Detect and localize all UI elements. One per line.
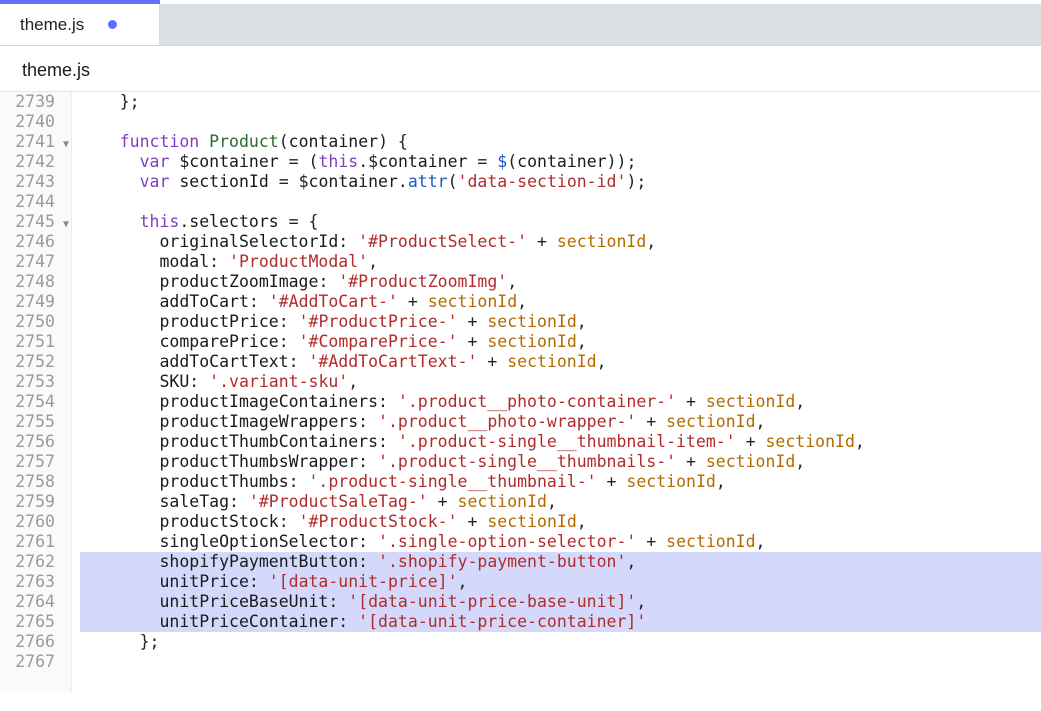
code-line[interactable]: function Product(container) { bbox=[80, 132, 1041, 152]
code-line[interactable]: this.selectors = { bbox=[80, 212, 1041, 232]
breadcrumb: theme.js bbox=[0, 46, 1041, 92]
line-number[interactable]: 2742 bbox=[0, 152, 71, 172]
line-number[interactable]: 2753 bbox=[0, 372, 71, 392]
line-number[interactable]: 2760 bbox=[0, 512, 71, 532]
line-number[interactable]: 2765 bbox=[0, 612, 71, 632]
editor-window: theme.js theme.js 273927402741▼274227432… bbox=[0, 0, 1041, 711]
line-number[interactable]: 2750 bbox=[0, 312, 71, 332]
tab-bar: theme.js bbox=[0, 4, 1041, 46]
code-line[interactable]: }; bbox=[80, 632, 1041, 652]
code-line[interactable]: singleOptionSelector: '.single-option-se… bbox=[80, 532, 1041, 552]
line-number[interactable]: 2766 bbox=[0, 632, 71, 652]
code-line[interactable]: modal: 'ProductModal', bbox=[80, 252, 1041, 272]
breadcrumb-file: theme.js bbox=[22, 60, 90, 80]
code-line[interactable] bbox=[80, 112, 1041, 132]
code-line[interactable]: saleTag: '#ProductSaleTag-' + sectionId, bbox=[80, 492, 1041, 512]
line-number[interactable]: 2759 bbox=[0, 492, 71, 512]
line-number[interactable]: 2755 bbox=[0, 412, 71, 432]
line-number[interactable]: 2756 bbox=[0, 432, 71, 452]
code-line[interactable]: addToCart: '#AddToCart-' + sectionId, bbox=[80, 292, 1041, 312]
line-number[interactable]: 2743 bbox=[0, 172, 71, 192]
line-number[interactable]: 2751 bbox=[0, 332, 71, 352]
code-line[interactable]: productImageWrappers: '.product__photo-w… bbox=[80, 412, 1041, 432]
code-line[interactable]: productStock: '#ProductStock-' + section… bbox=[80, 512, 1041, 532]
line-number[interactable]: 2744 bbox=[0, 192, 71, 212]
code-line[interactable]: unitPriceContainer: '[data-unit-price-co… bbox=[80, 612, 1041, 632]
code-line[interactable]: unitPriceBaseUnit: '[data-unit-price-bas… bbox=[80, 592, 1041, 612]
tab-theme-js[interactable]: theme.js bbox=[0, 4, 160, 45]
line-number[interactable]: 2762 bbox=[0, 552, 71, 572]
code-line[interactable]: productZoomImage: '#ProductZoomImg', bbox=[80, 272, 1041, 292]
code-line[interactable]: shopifyPaymentButton: '.shopify-payment-… bbox=[80, 552, 1041, 572]
line-number-gutter[interactable]: 273927402741▼2742274327442745▼2746274727… bbox=[0, 92, 72, 692]
line-number[interactable]: 2763 bbox=[0, 572, 71, 592]
line-number[interactable]: 2754 bbox=[0, 392, 71, 412]
code-line[interactable]: productThumbsWrapper: '.product-single__… bbox=[80, 452, 1041, 472]
line-number[interactable]: 2758 bbox=[0, 472, 71, 492]
code-area[interactable]: }; function Product(container) { var $co… bbox=[72, 92, 1041, 692]
code-line[interactable]: comparePrice: '#ComparePrice-' + section… bbox=[80, 332, 1041, 352]
code-editor[interactable]: 273927402741▼2742274327442745▼2746274727… bbox=[0, 92, 1041, 692]
line-number[interactable]: 2745▼ bbox=[0, 212, 71, 232]
code-line[interactable]: var sectionId = $container.attr('data-se… bbox=[80, 172, 1041, 192]
line-number[interactable]: 2752 bbox=[0, 352, 71, 372]
code-line[interactable]: productImageContainers: '.product__photo… bbox=[80, 392, 1041, 412]
code-line[interactable] bbox=[80, 192, 1041, 212]
line-number[interactable]: 2757 bbox=[0, 452, 71, 472]
code-line[interactable]: productThumbContainers: '.product-single… bbox=[80, 432, 1041, 452]
code-line[interactable]: var $container = (this.$container = $(co… bbox=[80, 152, 1041, 172]
line-number[interactable]: 2749 bbox=[0, 292, 71, 312]
line-number[interactable]: 2739 bbox=[0, 92, 71, 112]
line-number[interactable]: 2764 bbox=[0, 592, 71, 612]
modified-indicator-icon bbox=[108, 20, 117, 29]
line-number[interactable]: 2746 bbox=[0, 232, 71, 252]
line-number[interactable]: 2767 bbox=[0, 652, 71, 672]
line-number[interactable]: 2741▼ bbox=[0, 132, 71, 152]
tab-label: theme.js bbox=[20, 15, 84, 35]
line-number[interactable]: 2761 bbox=[0, 532, 71, 552]
line-number[interactable]: 2747 bbox=[0, 252, 71, 272]
line-number[interactable]: 2740 bbox=[0, 112, 71, 132]
line-number[interactable]: 2748 bbox=[0, 272, 71, 292]
code-line[interactable]: unitPrice: '[data-unit-price]', bbox=[80, 572, 1041, 592]
code-line[interactable]: productThumbs: '.product-single__thumbna… bbox=[80, 472, 1041, 492]
code-line[interactable]: originalSelectorId: '#ProductSelect-' + … bbox=[80, 232, 1041, 252]
code-line[interactable]: }; bbox=[80, 92, 1041, 112]
code-line[interactable]: productPrice: '#ProductPrice-' + section… bbox=[80, 312, 1041, 332]
code-line[interactable]: addToCartText: '#AddToCartText-' + secti… bbox=[80, 352, 1041, 372]
code-line[interactable] bbox=[80, 652, 1041, 672]
code-line[interactable]: SKU: '.variant-sku', bbox=[80, 372, 1041, 392]
